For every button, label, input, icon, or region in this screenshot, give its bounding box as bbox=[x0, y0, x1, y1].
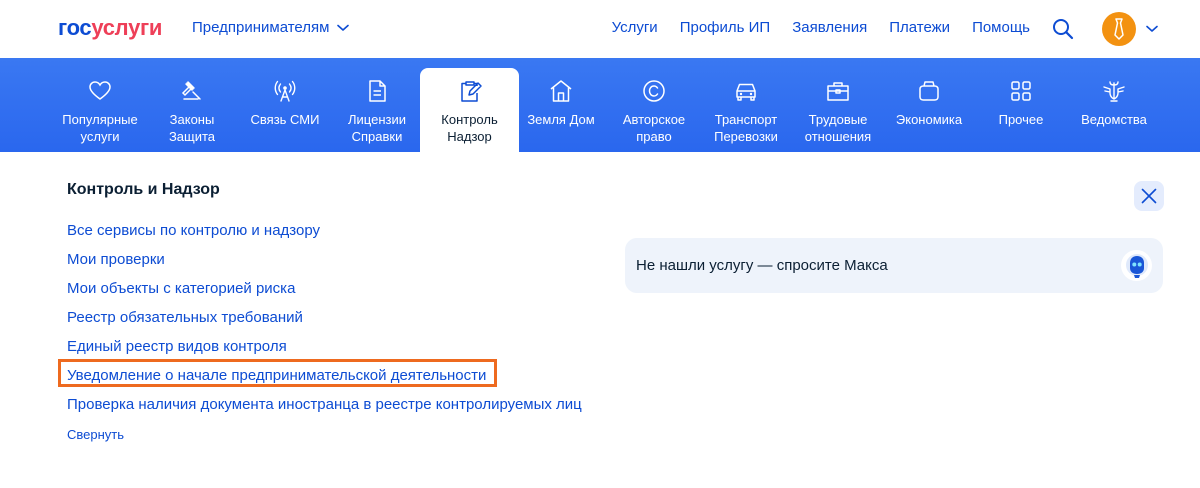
service-links: Все сервисы по контролю и надзору Мои пр… bbox=[67, 216, 582, 419]
category-label: Ведомства bbox=[1081, 112, 1147, 127]
link-my-risk-objects[interactable]: Мои объекты с категорией риска bbox=[67, 274, 582, 303]
category-bar: Популярные услуги Законы Защита Связь СМ… bbox=[0, 58, 1200, 152]
close-button[interactable] bbox=[1134, 181, 1164, 211]
emblem-icon bbox=[1103, 81, 1125, 102]
wallet-icon bbox=[919, 81, 939, 101]
chevron-down-icon[interactable] bbox=[1146, 25, 1158, 33]
category-label: Перевозки bbox=[714, 129, 778, 144]
house-icon bbox=[550, 80, 572, 102]
collapse-link[interactable]: Свернуть bbox=[67, 427, 124, 442]
logo-part1: гос bbox=[58, 15, 92, 40]
segment-dropdown[interactable]: Предпринимателям bbox=[192, 19, 350, 36]
section-title: Контроль и Надзор bbox=[67, 181, 220, 198]
car-icon bbox=[736, 83, 756, 101]
category-label: Защита bbox=[168, 129, 216, 144]
category-label: Авторское bbox=[622, 112, 686, 127]
nav-help[interactable]: Помощь bbox=[972, 19, 1030, 36]
tie-icon bbox=[1114, 18, 1124, 40]
category-economy[interactable]: Экономика bbox=[887, 68, 971, 152]
avatar[interactable] bbox=[1102, 12, 1136, 46]
category-control-supervision[interactable]: Контроль Надзор bbox=[420, 68, 519, 152]
category-label: Справки bbox=[351, 129, 403, 144]
copyright-icon bbox=[643, 80, 665, 102]
clipboard-edit-icon bbox=[460, 81, 482, 102]
category-labor[interactable]: Трудовые отношения bbox=[796, 68, 880, 152]
category-transport[interactable]: Транспорт Перевозки bbox=[704, 68, 788, 152]
grid-icon bbox=[1011, 81, 1031, 101]
antenna-icon bbox=[274, 80, 296, 102]
robot-avatar-icon bbox=[1121, 250, 1152, 281]
nav-payments[interactable]: Платежи bbox=[889, 19, 950, 36]
briefcase-icon bbox=[827, 82, 849, 101]
category-label: услуги bbox=[80, 129, 120, 144]
category-label: Транспорт bbox=[714, 112, 778, 127]
link-mandatory-requirements-registry[interactable]: Реестр обязательных требований bbox=[67, 303, 582, 332]
category-agencies[interactable]: Ведомства bbox=[1072, 68, 1156, 152]
close-icon bbox=[1141, 188, 1157, 204]
category-label: Популярные bbox=[62, 112, 138, 127]
header: госуслуги Предпринимателям Услуги Профил… bbox=[0, 0, 1200, 58]
segment-label: Предпринимателям bbox=[192, 19, 330, 36]
category-label: Экономика bbox=[895, 112, 963, 127]
category-label: Трудовые bbox=[808, 112, 868, 127]
category-label: Связь СМИ bbox=[250, 112, 320, 127]
category-label: Лицензии bbox=[348, 112, 406, 127]
category-other[interactable]: Прочее bbox=[981, 68, 1061, 152]
category-popular[interactable]: Популярные услуги bbox=[58, 68, 142, 152]
nav-ip-profile[interactable]: Профиль ИП bbox=[680, 19, 770, 36]
category-label: Земля Дом bbox=[527, 112, 595, 127]
nav-applications[interactable]: Заявления bbox=[792, 19, 867, 36]
heart-icon bbox=[89, 81, 111, 100]
link-unified-control-types-registry[interactable]: Единый реестр видов контроля bbox=[67, 332, 582, 361]
category-label: Законы bbox=[169, 112, 215, 127]
gosuslugi-logo[interactable]: госуслуги bbox=[58, 15, 162, 41]
category-label: Надзор bbox=[447, 129, 492, 144]
category-label: Контроль bbox=[441, 112, 498, 127]
category-label: Прочее bbox=[998, 112, 1044, 127]
category-label: право bbox=[636, 129, 672, 144]
category-land-home[interactable]: Земля Дом bbox=[521, 68, 601, 152]
link-business-start-notification[interactable]: Уведомление о начале предпринимательской… bbox=[67, 361, 582, 390]
category-licenses[interactable]: Лицензии Справки bbox=[337, 68, 417, 152]
search-icon[interactable] bbox=[1052, 18, 1074, 40]
nav-services[interactable]: Услуги bbox=[612, 19, 658, 36]
category-label: отношения bbox=[804, 129, 872, 144]
category-communications[interactable]: Связь СМИ bbox=[243, 68, 327, 152]
category-laws[interactable]: Законы Защита bbox=[152, 68, 232, 152]
logo-part2: услуги bbox=[91, 15, 163, 40]
gavel-icon bbox=[181, 81, 201, 100]
assistant-prompt[interactable]: Не нашли услугу — спросите Макса bbox=[625, 238, 1163, 293]
link-all-control-services[interactable]: Все сервисы по контролю и надзору bbox=[67, 216, 582, 245]
link-my-inspections[interactable]: Мои проверки bbox=[67, 245, 582, 274]
chevron-down-icon bbox=[337, 24, 350, 31]
document-icon bbox=[369, 80, 386, 102]
top-nav: Услуги Профиль ИП Заявления Платежи Помо… bbox=[612, 19, 1030, 36]
category-copyright[interactable]: Авторское право bbox=[612, 68, 696, 152]
link-foreigner-document-check[interactable]: Проверка наличия документа иностранца в … bbox=[67, 390, 582, 419]
assistant-text: Не нашли услугу — спросите Макса bbox=[636, 257, 888, 274]
